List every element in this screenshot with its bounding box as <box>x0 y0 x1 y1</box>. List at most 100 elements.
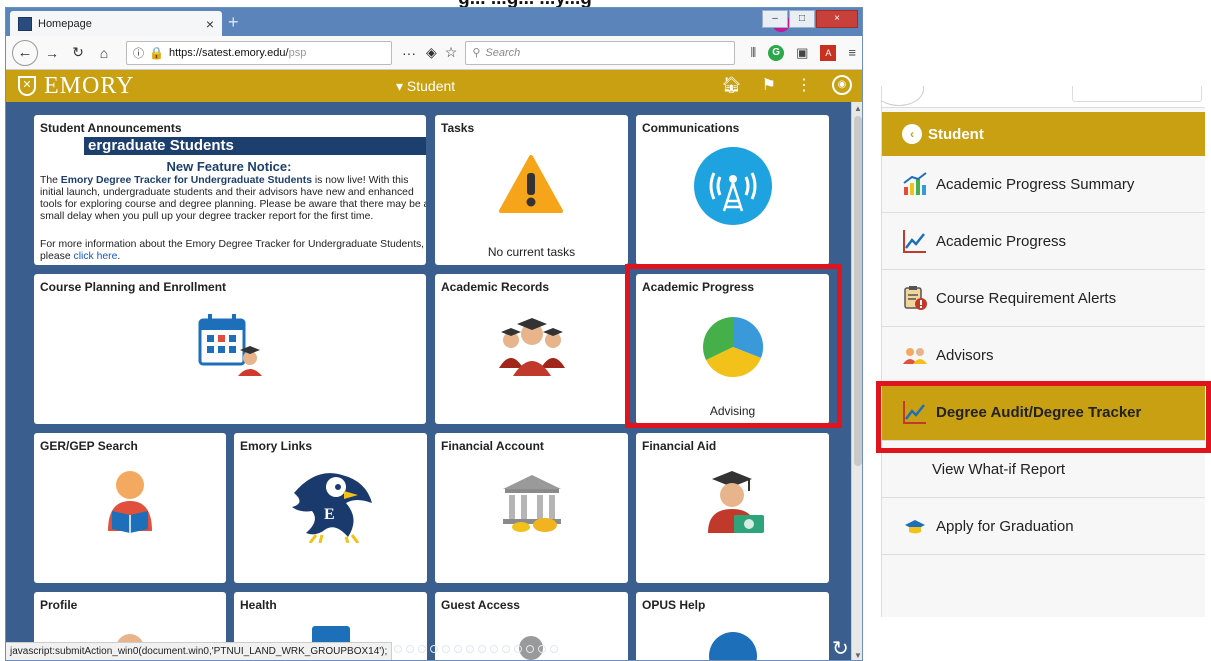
bank-icon <box>503 475 561 532</box>
home-icon[interactable]: 🏠︎ <box>721 75 741 95</box>
menu-item-course-requirement-alerts[interactable]: Course Requirement Alerts <box>882 270 1205 327</box>
notice-body: The Emory Degree Tracker for Undergradua… <box>40 175 426 222</box>
emory-logo[interactable]: EMORY <box>44 73 134 100</box>
url-bar[interactable]: ⓘ 🔒 https://satest.emory.edu/ psp <box>126 40 392 65</box>
menu-item-academic-progress-summary[interactable]: Academic Progress Summary <box>882 156 1205 213</box>
page-scrollbar[interactable]: ▲ ▼ <box>851 102 862 660</box>
tile-tasks[interactable]: Tasks No current tasks <box>435 115 628 265</box>
tab-close-icon[interactable]: × <box>206 16 214 32</box>
tile-ger-gep-search[interactable]: GER/GEP Search <box>34 433 226 583</box>
menu-item-label: Course Requirement Alerts <box>936 289 1117 307</box>
browser-tab-homepage[interactable]: Homepage × <box>10 11 222 36</box>
menu-item-apply-graduation[interactable]: Apply for Graduation <box>882 498 1205 555</box>
tile-title: Emory Links <box>240 439 313 453</box>
panel-top-strip <box>882 86 1205 108</box>
minimize-button[interactable]: – <box>762 10 788 28</box>
info-icon[interactable]: ⓘ <box>133 45 144 61</box>
student-dropdown[interactable]: ▾ Student <box>396 78 455 95</box>
toolbar-icons: ⫴ G ▣ A ≡ <box>751 44 856 61</box>
eagle-mascot-icon: E <box>292 473 372 543</box>
line-chart-icon <box>903 401 926 424</box>
page-actions-icon[interactable]: ··· <box>402 45 416 61</box>
window-close-button[interactable]: × <box>816 10 858 28</box>
menu-item-label: View What-if Report <box>932 460 1066 478</box>
scroll-down-icon[interactable]: ▼ <box>854 651 862 660</box>
tab-strip: Homepage × + ∞ – □ × <box>6 8 862 36</box>
graduate-money-icon <box>708 471 764 533</box>
tile-title: OPUS Help <box>642 598 706 612</box>
menu-item-what-if-report[interactable]: View What-if Report <box>882 441 1205 498</box>
search-input[interactable]: ⚲ Search <box>465 40 736 65</box>
tile-course-planning[interactable]: Course Planning and Enrollment <box>34 274 426 424</box>
graduates-icon <box>499 318 565 376</box>
tile-academic-progress[interactable]: Academic Progress Advising <box>636 274 829 424</box>
click-here-link[interactable]: click here <box>74 251 118 262</box>
grammarly-icon[interactable]: G <box>768 44 785 61</box>
notice-title: New Feature Notice: <box>166 159 292 174</box>
student-nav-panel: ‹ Student Academic Progress Summary Acad… <box>881 86 1205 617</box>
graduation-cap-icon <box>905 520 925 534</box>
search-icon: ⚲ <box>472 47 481 59</box>
advising-label: Advising <box>709 404 756 418</box>
tile-emory-links[interactable]: Emory Links E <box>234 433 427 583</box>
lock-icon: 🔒 <box>149 45 164 60</box>
tile-communications[interactable]: Communications <box>636 115 829 265</box>
maximize-button[interactable]: □ <box>789 10 815 28</box>
tile-title: Academic Progress <box>642 280 755 294</box>
menu-item-label: Academic Progress <box>936 232 1067 250</box>
bookmark-star-icon[interactable]: ☆ <box>445 44 458 61</box>
tile-title: Student Announcements <box>40 121 182 135</box>
more-options-icon[interactable]: ⋮ <box>796 75 812 95</box>
tile-title: Course Planning and Enrollment <box>40 280 227 294</box>
back-arrow-icon[interactable]: ← <box>12 39 38 66</box>
pocket-icon[interactable]: ◈ <box>426 44 437 61</box>
tile-title: Financial Account <box>441 439 544 453</box>
tile-title: Health <box>240 598 277 612</box>
panel-header-title: Student <box>928 125 984 143</box>
tile-student-announcements[interactable]: Student Announcements ergraduate Student… <box>34 115 426 265</box>
tile-financial-account[interactable]: Financial Account <box>435 433 628 583</box>
panel-header[interactable]: ‹ Student <box>882 112 1205 156</box>
pie-chart-icon <box>703 316 764 378</box>
refresh-icon[interactable]: ↻ <box>832 636 849 660</box>
navbar-compass-icon[interactable]: ◉ <box>832 75 852 95</box>
new-tab-button[interactable]: + <box>228 12 239 33</box>
tile-title: Academic Records <box>441 280 550 294</box>
menu-item-academic-progress[interactable]: Academic Progress <box>882 213 1205 270</box>
tile-academic-records[interactable]: Academic Records <box>435 274 628 424</box>
more-info-text: For more information about the Emory Deg… <box>40 239 425 262</box>
home-icon[interactable]: ⌂ <box>92 45 116 61</box>
menu-item-advisors[interactable]: Advisors <box>882 327 1205 384</box>
browser-navbar: ← → ↻ ⌂ ⓘ 🔒 https://satest.emory.edu/ ps… <box>6 36 862 70</box>
menu-item-label: Academic Progress Summary <box>936 175 1135 193</box>
scroll-up-icon[interactable]: ▲ <box>854 104 862 113</box>
pdf-icon[interactable]: A <box>820 44 837 61</box>
menu-item-label: Apply for Graduation <box>936 517 1074 535</box>
browser-status-bar: javascript:submitAction_win0(document.wi… <box>6 642 393 660</box>
emory-header-bar: ✕ EMORY ▾ Student 🏠︎ ⚑ ⋮ ◉ <box>6 70 862 102</box>
reload-icon[interactable]: ↻ <box>66 44 90 61</box>
site-favicon-icon <box>18 16 32 31</box>
library-icon[interactable]: ⫴ <box>751 45 756 61</box>
window-controls: – □ × <box>761 10 858 28</box>
info-icon <box>709 632 757 660</box>
back-chevron-icon[interactable]: ‹ <box>902 124 922 144</box>
hamburger-menu-icon[interactable]: ≡ <box>848 45 856 60</box>
forward-arrow-icon[interactable]: → <box>40 45 64 61</box>
svg-text:E: E <box>324 506 335 523</box>
tile-financial-aid[interactable]: Financial Aid <box>636 433 829 583</box>
tile-title: Communications <box>642 121 740 135</box>
tile-opus-help[interactable]: OPUS Help <box>636 592 829 660</box>
search-placeholder: Search <box>485 46 521 59</box>
broadcast-tower-icon <box>694 147 772 225</box>
menu-item-label: Degree Audit/Degree Tracker <box>936 403 1142 421</box>
line-chart-icon <box>903 230 926 253</box>
emory-shield-icon: ✕ <box>18 76 36 96</box>
menu-item-degree-audit[interactable]: Degree Audit/Degree Tracker <box>882 384 1205 441</box>
scrollbar-thumb[interactable] <box>854 116 862 466</box>
reader-icon[interactable]: ▣ <box>796 45 808 61</box>
progress-summary-icon <box>903 172 927 195</box>
url-path: psp <box>288 46 307 59</box>
tab-title: Homepage <box>38 17 92 30</box>
flag-icon[interactable]: ⚑ <box>762 75 776 95</box>
